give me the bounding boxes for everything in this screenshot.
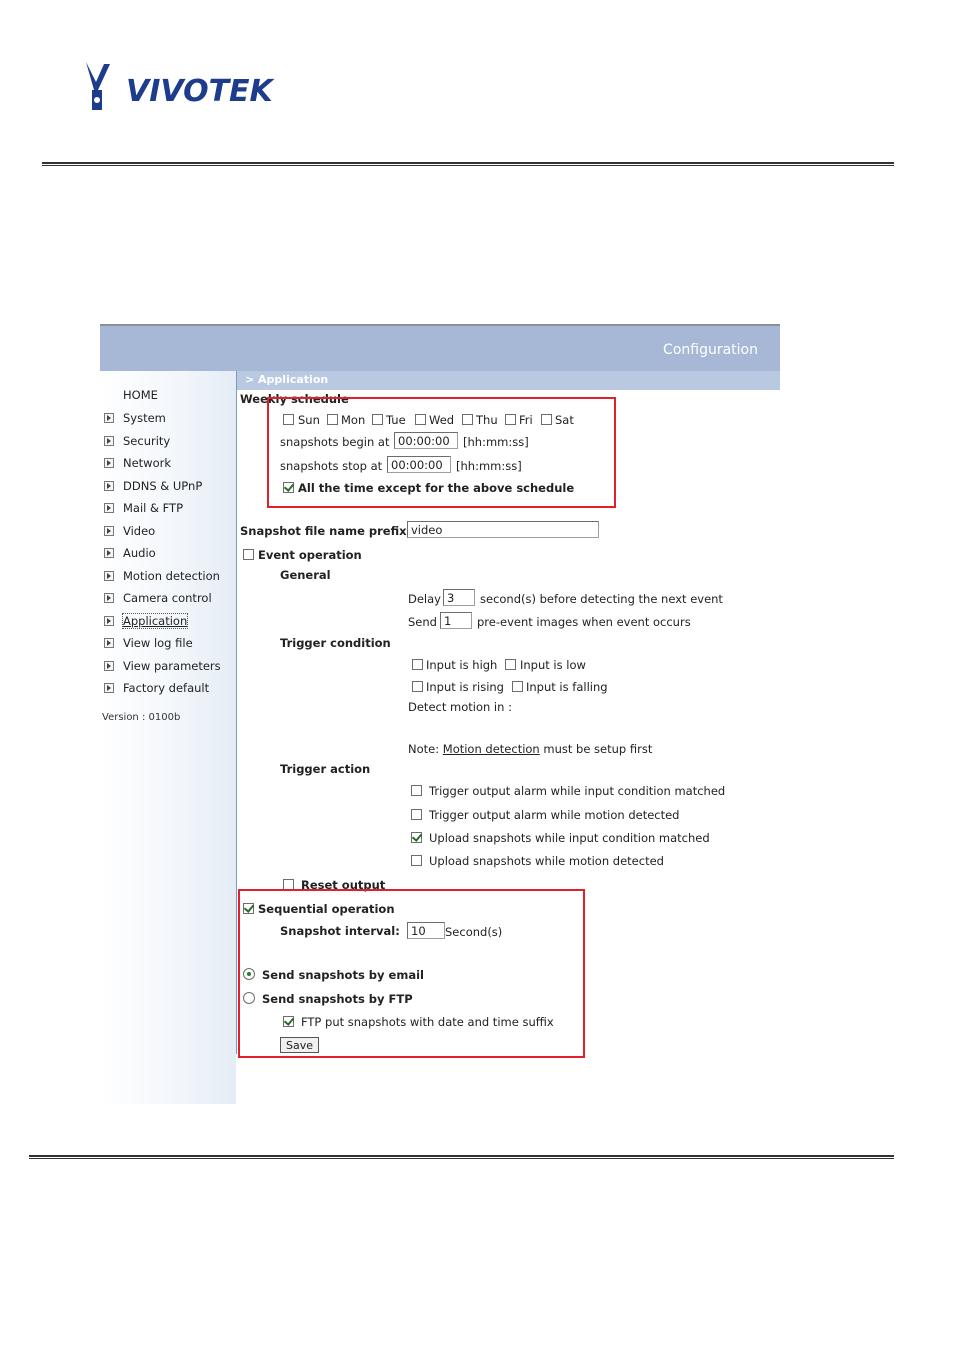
arrow-icon xyxy=(104,683,114,693)
sidebar-item-home[interactable]: HOME xyxy=(123,388,158,402)
detect-motion-label: Detect motion in : xyxy=(408,700,512,714)
trigger-action-heading: Trigger action xyxy=(280,762,371,776)
prefix-label: Snapshot file name prefix xyxy=(240,524,407,538)
send-input[interactable] xyxy=(440,612,472,629)
sidebar-item-system[interactable]: System xyxy=(104,410,166,426)
sidebar-item-video[interactable]: Video xyxy=(104,523,155,539)
input-rising-checkbox[interactable] xyxy=(412,681,423,692)
prefix-input[interactable] xyxy=(407,521,599,538)
breadcrumb-label: > Application xyxy=(245,373,329,386)
send-suffix: pre-event images when event occurs xyxy=(477,615,691,629)
arrow-icon xyxy=(104,548,114,558)
action-checkbox-2[interactable] xyxy=(411,809,422,820)
sidebar-divider xyxy=(236,371,237,1054)
delay-label: Delay xyxy=(408,592,441,606)
action-label-4: Upload snapshots while motion detected xyxy=(429,854,664,868)
arrow-icon xyxy=(104,661,114,671)
sidebar-item-view-parameters[interactable]: View parameters xyxy=(104,658,221,674)
action-label-2: Trigger output alarm while motion detect… xyxy=(429,808,680,822)
note-suffix: must be setup first xyxy=(543,742,653,756)
arrow-icon xyxy=(104,481,114,491)
arrow-icon xyxy=(104,593,114,603)
event-operation-checkbox[interactable] xyxy=(243,549,254,560)
input-high-checkbox[interactable] xyxy=(412,659,423,670)
action-checkbox-1[interactable] xyxy=(411,785,422,796)
delay-suffix: second(s) before detecting the next even… xyxy=(480,592,723,606)
arrow-icon xyxy=(104,503,114,513)
sidebar-item-factory-default[interactable]: Factory default xyxy=(104,680,209,696)
top-banner: Configuration xyxy=(100,324,780,371)
top-divider xyxy=(42,162,894,166)
config-screenshot: Configuration > Application HOME System … xyxy=(100,324,780,1104)
arrow-icon xyxy=(104,616,114,626)
sidebar-item-motion-detection[interactable]: Motion detection xyxy=(104,568,220,584)
arrow-icon xyxy=(104,526,114,536)
input-rising-label: Input is rising xyxy=(426,680,504,694)
sidebar-item-network[interactable]: Network xyxy=(104,455,171,471)
delay-input[interactable] xyxy=(443,589,475,606)
event-operation-label: Event operation xyxy=(258,548,362,562)
note-text: Note: Motion detection must be setup fir… xyxy=(408,742,652,756)
input-low-checkbox[interactable] xyxy=(505,659,516,670)
motion-detection-link[interactable]: Motion detection xyxy=(443,742,540,756)
version-label: Version : 0100b xyxy=(102,712,181,723)
page-title: Configuration xyxy=(663,342,758,358)
bottom-divider xyxy=(29,1155,894,1159)
arrow-icon xyxy=(104,638,114,648)
action-checkbox-3[interactable] xyxy=(411,832,422,843)
input-falling-label: Input is falling xyxy=(526,680,608,694)
highlight-box-sequential xyxy=(238,889,585,1058)
sidebar-item-view-log-file[interactable]: View log file xyxy=(104,635,193,651)
trigger-condition-heading: Trigger condition xyxy=(280,636,391,650)
sidebar-item-application[interactable]: Application xyxy=(104,613,189,629)
input-falling-checkbox[interactable] xyxy=(512,681,523,692)
arrow-icon xyxy=(104,413,114,423)
sidebar-item-ddns-upnp[interactable]: DDNS & UPnP xyxy=(104,478,202,494)
arrow-icon xyxy=(104,458,114,468)
arrow-icon xyxy=(104,571,114,581)
input-low-label: Input is low xyxy=(520,658,586,672)
sidebar-item-security[interactable]: Security xyxy=(104,433,170,449)
note-prefix: Note: xyxy=(408,742,440,756)
sidebar-item-audio[interactable]: Audio xyxy=(104,545,156,561)
send-label: Send xyxy=(408,615,437,629)
action-checkbox-4[interactable] xyxy=(411,855,422,866)
sidebar-item-camera-control[interactable]: Camera control xyxy=(104,590,212,606)
general-heading: General xyxy=(280,568,331,582)
breadcrumb: > Application xyxy=(237,371,780,390)
input-high-label: Input is high xyxy=(426,658,498,672)
action-label-3: Upload snapshots while input condition m… xyxy=(429,831,710,845)
logo-wordmark: VIVOTEK xyxy=(126,74,273,109)
sidebar-item-mail-ftp[interactable]: Mail & FTP xyxy=(104,500,183,516)
highlight-box-schedule xyxy=(267,397,616,508)
arrow-icon xyxy=(104,436,114,446)
action-label-1: Trigger output alarm while input conditi… xyxy=(429,784,726,798)
